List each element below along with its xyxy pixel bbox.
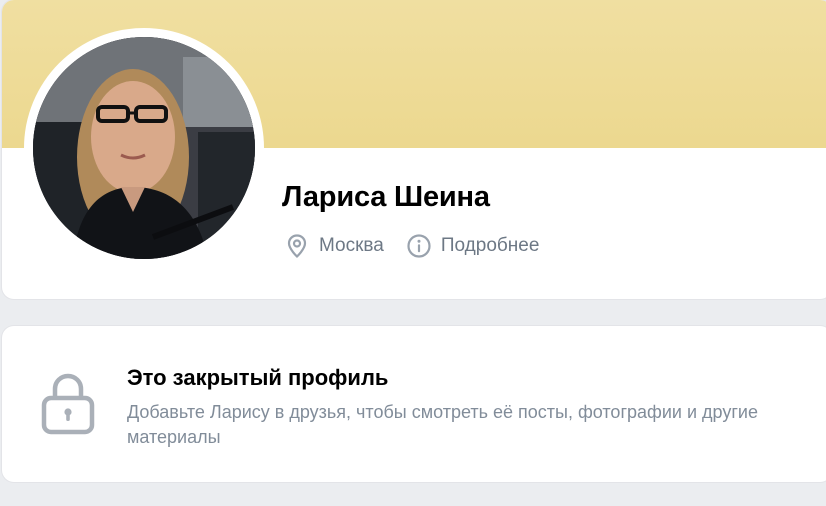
closed-profile-description: Добавьте Ларису в друзья, чтобы смотреть… xyxy=(127,402,758,447)
city-label: Москва xyxy=(319,235,384,256)
profile-header-card: Лариса Шеина Москва Подробнее xyxy=(2,0,826,299)
lock-icon xyxy=(41,373,95,435)
closed-profile-title: Это закрытый профиль xyxy=(127,365,389,390)
location-item: Москва xyxy=(284,233,384,259)
profile-meta: Москва Подробнее xyxy=(284,232,539,260)
info-circle-icon xyxy=(407,234,431,258)
closed-profile-card: Это закрытый профиль Добавьте Ларису в д… xyxy=(2,326,826,482)
details-link[interactable]: Подробнее xyxy=(406,233,540,259)
location-pin-icon xyxy=(287,234,307,259)
avatar-ring xyxy=(24,28,264,268)
profile-name: Лариса Шеина xyxy=(282,181,490,213)
details-label[interactable]: Подробнее xyxy=(441,235,540,257)
avatar[interactable] xyxy=(33,37,255,259)
